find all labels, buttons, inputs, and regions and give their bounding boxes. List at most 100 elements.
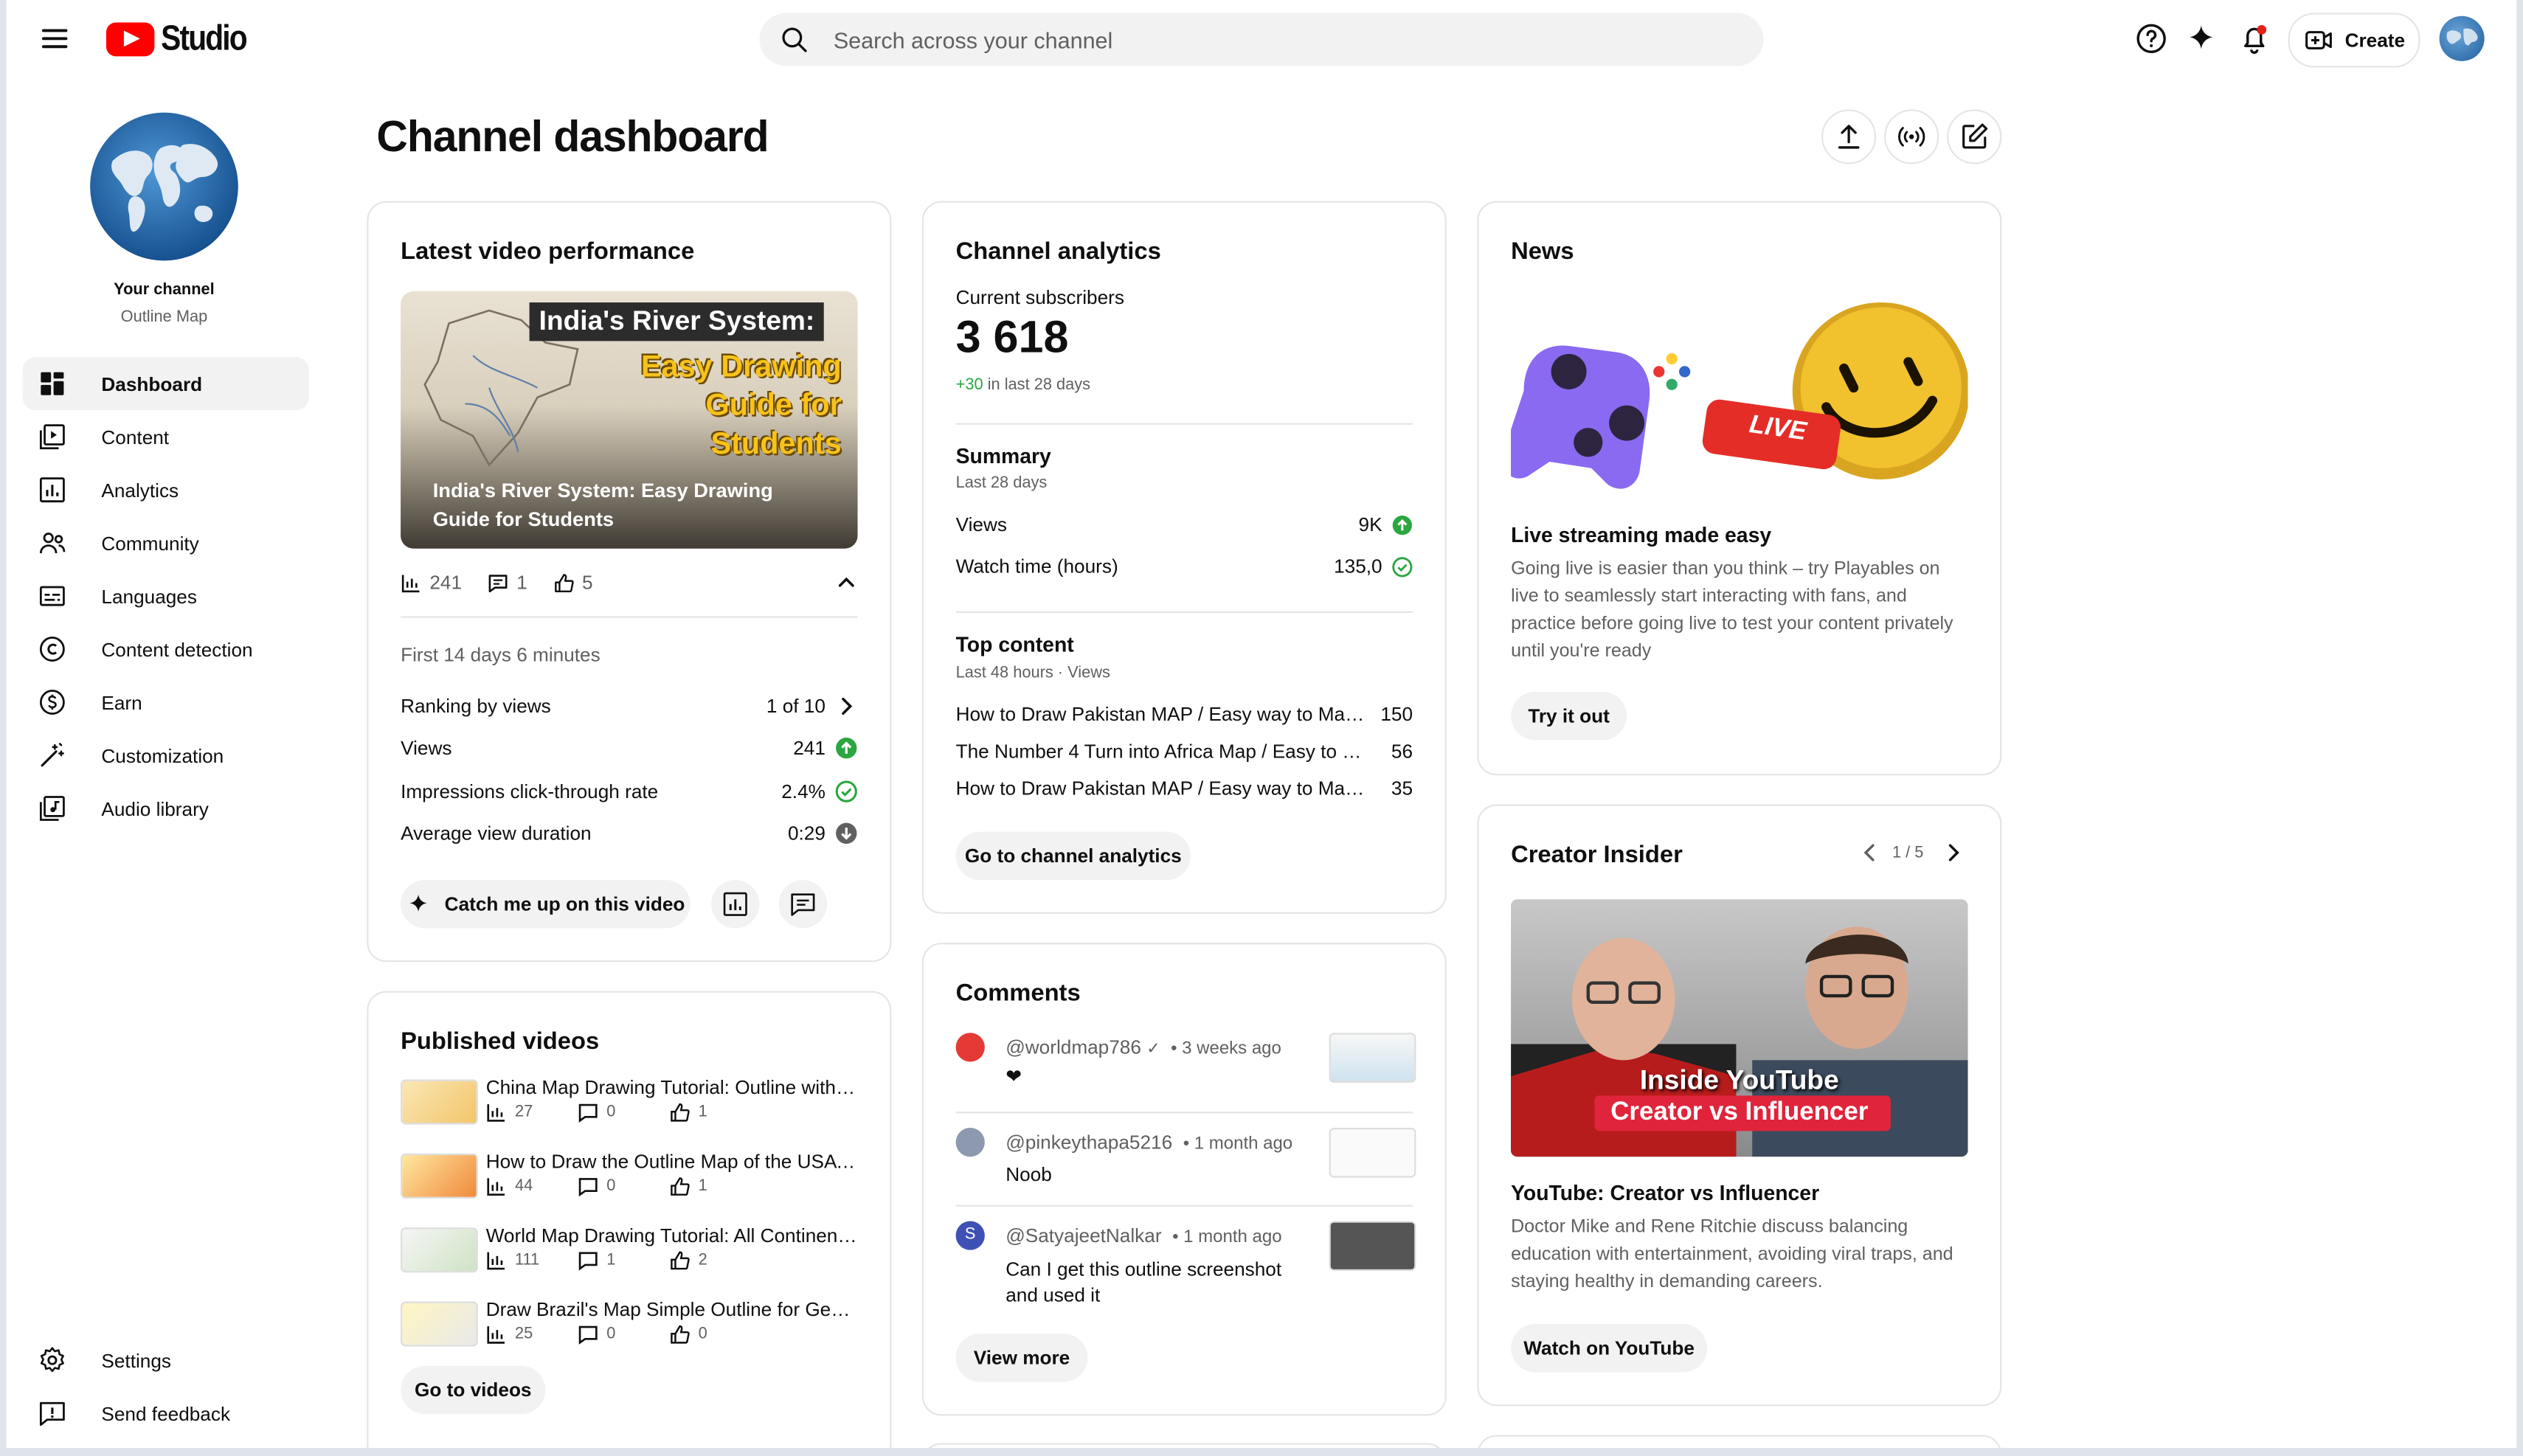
sidebar-item-settings[interactable]: Settings [23, 1334, 309, 1387]
latest-video-thumbnail[interactable]: India's River System: Easy Drawing Guide… [401, 291, 858, 549]
comments-stat: 0 [578, 1102, 669, 1123]
sparkle-icon [410, 894, 428, 912]
comments-count: 0 [606, 1103, 616, 1122]
sparkle-icon[interactable] [2184, 21, 2219, 56]
top-content-row[interactable]: How to Draw Pakistan MAP / Easy way to M… [956, 703, 1413, 726]
comment-icon [578, 1178, 598, 1197]
sidebar-item-earn[interactable]: Earn [23, 676, 309, 729]
sidebar-item-languages[interactable]: Languages [23, 569, 309, 623]
game-controller-smiley-illustration [1511, 302, 1968, 489]
collapse-chevron-up-icon[interactable] [835, 571, 858, 594]
comment-icon [791, 893, 815, 916]
metric-ranking[interactable]: Ranking by views 1 of 10 [401, 695, 857, 718]
sidebar-item-dashboard[interactable]: Dashboard [22, 357, 309, 411]
sidebar-item-label: Content [101, 425, 170, 448]
thumbnail-line1: Inside YouTube [1639, 1064, 1839, 1096]
comments-count: 0 [606, 1325, 616, 1344]
sidebar-item-label: Audio library [101, 797, 209, 820]
notifications-icon[interactable] [2237, 21, 2272, 56]
top-content-period: Last 48 hours · Views [955, 664, 1110, 682]
sidebar-item-customization[interactable]: Customization [23, 729, 309, 782]
sidebar-item-analytics[interactable]: Analytics [23, 463, 309, 516]
account-avatar[interactable] [2439, 15, 2485, 61]
menu-icon[interactable] [35, 19, 74, 58]
sidebar-item-content[interactable]: Content [23, 410, 309, 463]
views-icon [487, 1104, 505, 1122]
sidebar-item-audio-library[interactable]: Audio library [23, 782, 309, 835]
metric-value: 0:29 [787, 822, 826, 845]
help-icon[interactable] [2133, 21, 2169, 56]
create-post-button[interactable] [1947, 109, 2002, 164]
subscribers-count: 3 618 [955, 312, 1069, 362]
card-title: Published videos [401, 1027, 600, 1055]
metric-avg-duration: Average view duration 0:29 [401, 822, 857, 845]
next-chevron-right-icon[interactable] [1942, 842, 1965, 864]
video-comments-button[interactable] [778, 880, 828, 929]
channel-avatar[interactable] [90, 112, 238, 261]
earn-icon [39, 690, 65, 715]
top-content-row[interactable]: How to Draw Pakistan MAP / Easy way to M… [956, 777, 1413, 800]
commenter-handle: @worldmap786 [1006, 1036, 1141, 1059]
card-title: News [1511, 238, 1574, 266]
likes-stat: 2 [669, 1250, 761, 1271]
summary-label: Watch time (hours) [955, 555, 1118, 578]
likes-count: 0 [698, 1325, 707, 1344]
video-thumbnail [401, 1079, 478, 1125]
comment-time: • 3 weeks ago [1171, 1039, 1281, 1059]
top-content-views: 56 [1391, 740, 1413, 763]
channel-name[interactable]: Outline Map [7, 309, 322, 327]
sidebar-item-label: Dashboard [101, 372, 203, 395]
divider [955, 611, 1413, 614]
catch-me-up-button[interactable]: Catch me up on this video [401, 880, 691, 929]
published-video-row[interactable]: How to Draw the Outline Map of the USA w… [401, 1151, 859, 1215]
metric-label: Average view duration [401, 822, 592, 845]
audio-library-icon [39, 796, 65, 821]
published-video-row[interactable]: China Map Drawing Tutorial: Outline with… [401, 1076, 859, 1140]
check-circle-icon [835, 780, 857, 802]
published-video-row[interactable]: World Map Drawing Tutorial: All Continen… [401, 1224, 859, 1289]
studio-logo[interactable]: Studio [105, 18, 261, 60]
search-input[interactable]: Search across your channel [834, 27, 1113, 52]
create-button[interactable]: Create [2288, 13, 2420, 68]
likes-stat: 0 [669, 1324, 761, 1345]
thumbs-up-icon [554, 573, 574, 592]
video-analytics-button[interactable] [711, 880, 760, 929]
sidebar-item-send-feedback[interactable]: Send feedback [23, 1387, 309, 1440]
comments-stat: 1 [488, 571, 527, 594]
upload-button[interactable] [1821, 109, 1877, 164]
summary-value: 9K [1358, 513, 1382, 536]
next-card-partial [1477, 1435, 2002, 1449]
sidebar-item-content-detection[interactable]: Content detection [23, 623, 309, 676]
views-count: 241 [429, 571, 463, 594]
search-bar[interactable]: Search across your channel [759, 13, 1764, 66]
comment-item[interactable]: @worldmap786 ✓ • 3 weeks ago ❤ [955, 1033, 1416, 1097]
summary-period: Last 28 days [955, 474, 1048, 493]
go-live-button[interactable] [1884, 109, 1939, 164]
comment-item[interactable]: @pinkeythapa5216 • 1 month ago Noob [955, 1127, 1416, 1192]
views-count: 111 [514, 1251, 540, 1269]
views-icon [487, 1326, 505, 1344]
creator-insider-thumbnail[interactable]: Inside YouTube Creator vs Influencer [1511, 899, 1968, 1157]
views-stat: 44 [486, 1176, 578, 1196]
watch-on-youtube-button[interactable]: Watch on YouTube [1511, 1324, 1708, 1373]
go-to-channel-analytics-button[interactable]: Go to channel analytics [955, 831, 1191, 881]
summary-label: Views [955, 513, 1007, 536]
page-title: Channel dashboard [376, 112, 769, 162]
likes-stat: 1 [669, 1176, 761, 1196]
comment-item[interactable]: S @SatyajeetNalkar • 1 month ago Can I g… [955, 1221, 1416, 1317]
metric-value: 1 of 10 [766, 695, 826, 718]
go-to-videos-button[interactable]: Go to videos [401, 1365, 546, 1415]
previous-chevron-left-icon[interactable] [1858, 842, 1881, 864]
metric-value: 241 [793, 736, 826, 760]
comment-icon [578, 1103, 598, 1123]
top-content-row[interactable]: The Number 4 Turn into Africa Map / Easy… [956, 740, 1413, 763]
video-title: China Map Drawing Tutorial: Outline with… [485, 1076, 859, 1099]
sidebar-item-community[interactable]: Community [23, 516, 309, 569]
comment-text: ❤ [1006, 1064, 1022, 1088]
video-thumbnail [401, 1153, 478, 1199]
try-it-out-button[interactable]: Try it out [1511, 691, 1627, 741]
view-more-comments-button[interactable]: View more [955, 1334, 1088, 1382]
views-stat: 25 [486, 1324, 578, 1345]
published-video-row[interactable]: Draw Brazil's Map Simple Outline for Geo… [401, 1298, 859, 1362]
video-thumbnail [401, 1227, 478, 1273]
